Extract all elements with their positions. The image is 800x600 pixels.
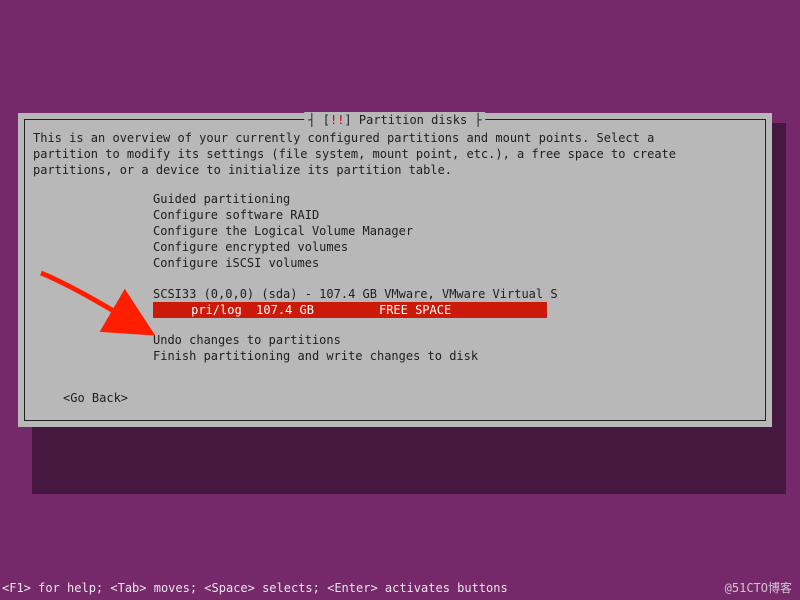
- menu-configure-iscsi[interactable]: Configure iSCSI volumes: [153, 255, 757, 271]
- dialog-inner: ┤ [!!] Partition disks ├ This is an over…: [24, 119, 766, 421]
- disk-device-sda[interactable]: SCSI33 (0,0,0) (sda) - 107.4 GB VMware, …: [153, 286, 757, 302]
- spacer: [33, 318, 757, 332]
- partition-dialog: ┤ [!!] Partition disks ├ This is an over…: [18, 113, 772, 427]
- partition-free-space-selected[interactable]: pri/log 107.4 GB FREE SPACE: [153, 302, 547, 318]
- menu-configure-encrypted[interactable]: Configure encrypted volumes: [153, 239, 757, 255]
- dialog-title: ┤ [!!] Partition disks ├: [304, 112, 485, 128]
- menu-guided-partitioning[interactable]: Guided partitioning: [153, 191, 757, 207]
- menu-finish-partitioning[interactable]: Finish partitioning and write changes to…: [153, 348, 757, 364]
- go-back-button[interactable]: <Go Back>: [63, 390, 757, 406]
- intro-text: This is an overview of your currently co…: [33, 130, 757, 179]
- footer-help-text: <F1> for help; <Tab> moves; <Space> sele…: [2, 580, 508, 596]
- menu-configure-raid[interactable]: Configure software RAID: [153, 207, 757, 223]
- menu-configure-lvm[interactable]: Configure the Logical Volume Manager: [153, 223, 757, 239]
- menu-undo-changes[interactable]: Undo changes to partitions: [153, 332, 757, 348]
- footer-watermark: @51CTO博客: [725, 580, 798, 596]
- footer-bar: <F1> for help; <Tab> moves; <Space> sele…: [2, 580, 798, 596]
- title-bracket-open: [: [323, 113, 330, 127]
- spacer: [33, 272, 757, 286]
- title-bracket-mid: ]: [344, 113, 358, 127]
- bottom-menu: Undo changes to partitions Finish partit…: [153, 332, 757, 364]
- title-emphasis: !!: [330, 113, 344, 127]
- title-text: Partition disks: [359, 113, 467, 127]
- top-menu: Guided partitioning Configure software R…: [153, 191, 757, 272]
